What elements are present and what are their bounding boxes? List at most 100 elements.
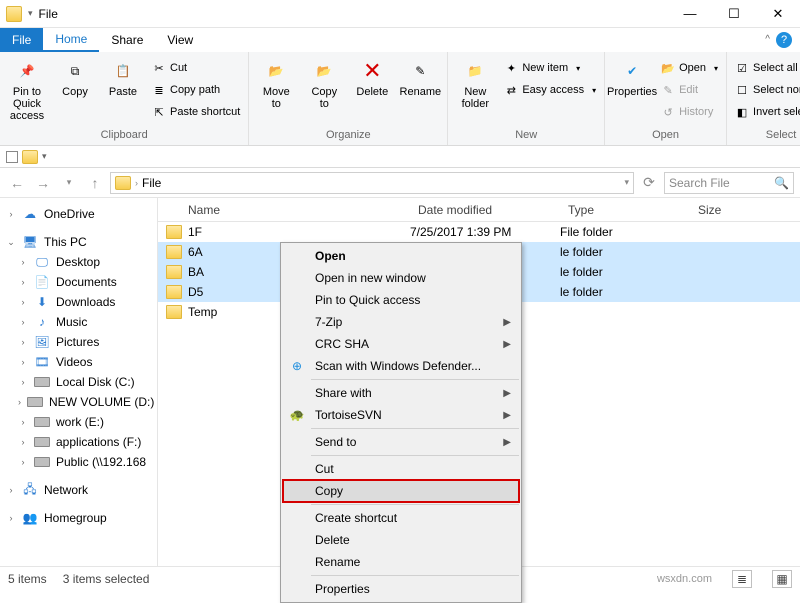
select-all-button[interactable]: ☑Select all <box>731 58 800 78</box>
ctx-tortoisesvn[interactable]: 🐢TortoiseSVN▶ <box>283 404 519 426</box>
ctx-crc-sha[interactable]: CRC SHA▶ <box>283 333 519 355</box>
ctx-cut[interactable]: Cut <box>283 458 519 480</box>
help-icon[interactable]: ? <box>776 32 792 48</box>
chevron-right-icon[interactable]: › <box>135 178 138 188</box>
group-label: Organize <box>253 129 443 143</box>
col-name[interactable]: Name <box>158 203 410 217</box>
new-folder-button[interactable]: 📁New folder <box>452 54 498 110</box>
search-input[interactable]: Search File 🔍 <box>664 172 794 194</box>
nav-this-pc[interactable]: ⌄🖥This PC <box>0 232 157 252</box>
close-button[interactable]: ✕ <box>756 0 800 28</box>
ctx-copy[interactable]: Copy <box>283 480 519 502</box>
cut-button[interactable]: ✂Cut <box>148 58 244 78</box>
desktop-icon: 🖵 <box>34 254 50 270</box>
ribbon-tabs: File Home Share View ^ ? <box>0 28 800 52</box>
nav-applications-f[interactable]: ›applications (F:) <box>0 432 157 452</box>
nav-public-share[interactable]: ›Public (\\192.168 <box>0 452 157 472</box>
cloud-icon: ☁ <box>22 206 38 222</box>
nav-downloads[interactable]: ›⬇Downloads <box>0 292 157 312</box>
copy-to-button[interactable]: 📂Copy to <box>301 54 347 110</box>
view-details-button[interactable]: ≣ <box>732 570 752 588</box>
copy-to-icon: 📂 <box>309 58 339 84</box>
address-bar[interactable]: › File ▾ <box>110 172 634 194</box>
copy-button[interactable]: ⧉ Copy <box>52 54 98 98</box>
ribbon-group-organize: 📂Move to 📂Copy to ✕Delete ✎Rename Organi… <box>249 52 448 145</box>
copy-path-button[interactable]: ≣Copy path <box>148 80 244 100</box>
col-type[interactable]: Type <box>560 203 690 217</box>
open-icon: 📂 <box>661 61 675 75</box>
ctx-share-with[interactable]: Share with▶ <box>283 382 519 404</box>
dropdown-icon[interactable]: ▾ <box>624 177 629 188</box>
col-date[interactable]: Date modified <box>410 203 560 217</box>
ribbon-group-clipboard: 📌 Pin to Quick access ⧉ Copy 📋 Paste ✂Cu… <box>0 52 249 145</box>
nav-videos[interactable]: ›🎞Videos <box>0 352 157 372</box>
tab-home[interactable]: Home <box>43 28 99 52</box>
invert-selection-button[interactable]: ◧Invert selection <box>731 102 800 122</box>
minimize-button[interactable]: — <box>668 0 712 28</box>
ctx-rename[interactable]: Rename <box>283 551 519 573</box>
ctx-7zip[interactable]: 7-Zip▶ <box>283 311 519 333</box>
status-selected-count: 3 items selected <box>63 572 150 586</box>
move-to-button[interactable]: 📂Move to <box>253 54 299 110</box>
folder-icon <box>166 225 182 239</box>
ctx-send-to[interactable]: Send to▶ <box>283 431 519 453</box>
easy-access-icon: ⇄ <box>504 83 518 97</box>
chevron-down-icon: ⌄ <box>6 237 16 248</box>
tab-share[interactable]: Share <box>99 28 155 52</box>
nav-work-e[interactable]: ›work (E:) <box>0 412 157 432</box>
nav-homegroup[interactable]: ›👥Homegroup <box>0 508 157 528</box>
back-button[interactable]: ← <box>6 172 28 194</box>
col-size[interactable]: Size <box>690 203 770 217</box>
collapse-ribbon-icon[interactable]: ^ <box>765 34 770 45</box>
search-icon: 🔍 <box>774 176 789 190</box>
view-large-button[interactable]: ▦ <box>772 570 792 588</box>
chevron-right-icon: ▶ <box>503 317 511 328</box>
nav-desktop[interactable]: ›🖵Desktop <box>0 252 157 272</box>
ctx-open-new-window[interactable]: Open in new window <box>283 267 519 289</box>
open-button[interactable]: 📂Open▾ <box>657 58 722 78</box>
recent-button[interactable]: ▾ <box>58 172 80 194</box>
history-button: ↺History <box>657 102 722 122</box>
folder-icon <box>166 245 182 259</box>
nav-local-disk-c[interactable]: ›Local Disk (C:) <box>0 372 157 392</box>
ctx-defender[interactable]: ⊕Scan with Windows Defender... <box>283 355 519 377</box>
nav-new-volume-d[interactable]: ›NEW VOLUME (D:) <box>0 392 157 412</box>
down-caret-icon[interactable]: ▾ <box>42 151 47 162</box>
ctx-delete[interactable]: Delete <box>283 529 519 551</box>
chevron-right-icon: ▶ <box>503 437 511 448</box>
rename-button[interactable]: ✎Rename <box>397 54 443 98</box>
down-caret-icon[interactable]: ▾ <box>28 8 33 19</box>
select-all-icon: ☑ <box>735 61 749 75</box>
breadcrumb[interactable]: File <box>142 176 161 190</box>
select-none-button[interactable]: ☐Select none <box>731 80 800 100</box>
paste-shortcut-button[interactable]: ⇱Paste shortcut <box>148 102 244 122</box>
nav-pictures[interactable]: ›🖼Pictures <box>0 332 157 352</box>
maximize-button[interactable]: ☐ <box>712 0 756 28</box>
nav-music[interactable]: ›♪Music <box>0 312 157 332</box>
nav-network[interactable]: ›🖧Network <box>0 480 157 500</box>
delete-button[interactable]: ✕Delete <box>349 54 395 98</box>
search-placeholder: Search File <box>669 176 730 190</box>
pin-icon: 📌 <box>12 58 42 84</box>
pin-to-quick-access-button[interactable]: 📌 Pin to Quick access <box>4 54 50 122</box>
tab-view[interactable]: View <box>155 28 205 52</box>
nav-documents[interactable]: ›📄Documents <box>0 272 157 292</box>
downloads-icon: ⬇ <box>34 294 50 310</box>
chevron-right-icon: › <box>6 209 16 219</box>
ctx-pin-quick-access[interactable]: Pin to Quick access <box>283 289 519 311</box>
ctx-create-shortcut[interactable]: Create shortcut <box>283 507 519 529</box>
nav-onedrive[interactable]: ›☁OneDrive <box>0 204 157 224</box>
table-row[interactable]: 1F7/25/2017 1:39 PMFile folder <box>158 222 800 242</box>
properties-button[interactable]: ✔Properties <box>609 54 655 98</box>
new-item-button[interactable]: ✦New item▾ <box>500 58 600 78</box>
forward-button[interactable]: → <box>32 172 54 194</box>
refresh-button[interactable]: ⟳ <box>638 172 660 194</box>
tab-file[interactable]: File <box>0 28 43 52</box>
column-headers: Name Date modified Type Size <box>158 198 800 222</box>
paste-button[interactable]: 📋 Paste <box>100 54 146 98</box>
up-button[interactable]: ↑ <box>84 172 106 194</box>
ctx-properties[interactable]: Properties <box>283 578 519 600</box>
checkbox[interactable] <box>6 151 18 163</box>
ctx-open[interactable]: Open <box>283 245 519 267</box>
easy-access-button[interactable]: ⇄Easy access▾ <box>500 80 600 100</box>
